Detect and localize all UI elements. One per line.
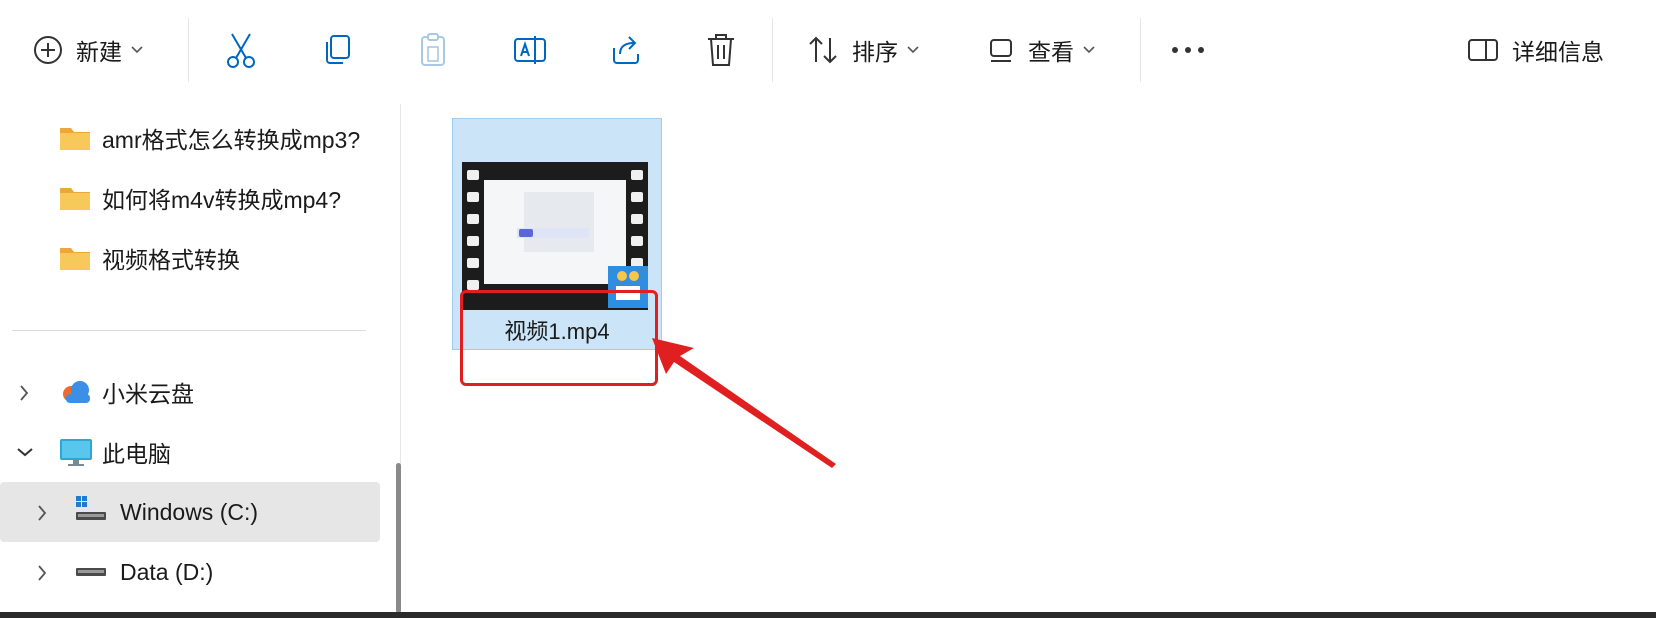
sidebar-item-label: 如何将m4v转换成mp4? [102, 187, 341, 213]
toolbar-separator [188, 18, 189, 82]
sidebar-item-label: 此电脑 [102, 441, 171, 467]
sort-button-label: 排序 [852, 39, 898, 65]
share-button[interactable] [608, 22, 644, 78]
annotation-highlight-box [460, 290, 658, 386]
chevron-down-icon [131, 46, 143, 54]
chevron-right-icon[interactable] [36, 564, 48, 582]
clipboard-icon [421, 33, 445, 66]
sidebar-item-drive-c[interactable]: Windows (C:) [0, 482, 380, 542]
share-icon [613, 36, 639, 64]
sidebar-item-cloud[interactable]: 小米云盘 [0, 362, 380, 422]
navigation-pane: amr格式怎么转换成mp3? 如何将m4v转换成mp4? 视频格式转换 小米云盘 [0, 104, 401, 613]
annotation-arrow-icon [652, 338, 836, 468]
new-button-label: 新建 [76, 39, 122, 65]
drive-icon [76, 568, 106, 576]
details-pane-icon [1468, 39, 1498, 61]
sidebar-item-label: 小米云盘 [102, 381, 194, 407]
folder-icon [60, 128, 90, 150]
sidebar-item-label: 视频格式转换 [102, 247, 240, 273]
command-bar: 新建 排序 查看 详细信息 [0, 0, 1656, 105]
trash-icon [708, 34, 734, 66]
new-button[interactable]: 新建 [32, 22, 144, 78]
rename-icon [514, 36, 546, 64]
video-file-icon [462, 162, 648, 310]
sidebar-item-folder[interactable]: 如何将m4v转换成mp4? [0, 168, 380, 228]
cloud-icon [63, 381, 90, 403]
paste-button[interactable] [416, 22, 450, 78]
toolbar-separator [1140, 18, 1141, 82]
monitor-icon [60, 439, 92, 466]
details-pane-button[interactable]: 详细信息 [1466, 22, 1604, 78]
chevron-right-icon[interactable] [36, 504, 48, 522]
sort-arrows-icon [809, 36, 837, 64]
delete-button[interactable] [704, 22, 738, 78]
cut-button[interactable] [224, 22, 258, 78]
copy-button[interactable] [320, 22, 354, 78]
more-dots-icon [1172, 47, 1204, 53]
view-button[interactable]: 查看 [986, 22, 1096, 78]
more-options-button[interactable] [1170, 22, 1206, 78]
rename-button[interactable] [512, 22, 548, 78]
chevron-down-icon [907, 46, 919, 54]
sidebar-item-label: amr格式怎么转换成mp3? [102, 127, 361, 153]
sidebar-item-label: Windows (C:) [120, 498, 259, 525]
toolbar-separator [772, 18, 773, 82]
scissors-icon [227, 33, 255, 68]
copy-icon [326, 35, 350, 64]
sidebar-divider [12, 330, 366, 331]
sidebar-item-folder[interactable]: 视频格式转换 [0, 228, 380, 288]
chevron-down-icon [1083, 46, 1095, 54]
folder-icon [60, 188, 90, 210]
sort-button[interactable]: 排序 [806, 22, 920, 78]
view-button-label: 查看 [1028, 39, 1074, 65]
view-layout-icon [990, 39, 1012, 62]
sidebar-item-folder[interactable]: amr格式怎么转换成mp3? [0, 108, 380, 168]
window-bottom-edge [0, 612, 1656, 618]
sidebar-item-this-pc[interactable]: 此电脑 [0, 422, 380, 482]
folder-icon [60, 248, 90, 270]
chevron-down-icon[interactable] [16, 446, 34, 458]
sidebar-item-label: Data (D:) [120, 558, 214, 585]
chevron-right-icon[interactable] [18, 384, 30, 402]
plus-circle-icon [34, 36, 62, 64]
windows-drive-icon [76, 496, 106, 520]
details-pane-label: 详细信息 [1512, 39, 1604, 65]
sidebar-item-drive-d[interactable]: Data (D:) [0, 542, 380, 602]
